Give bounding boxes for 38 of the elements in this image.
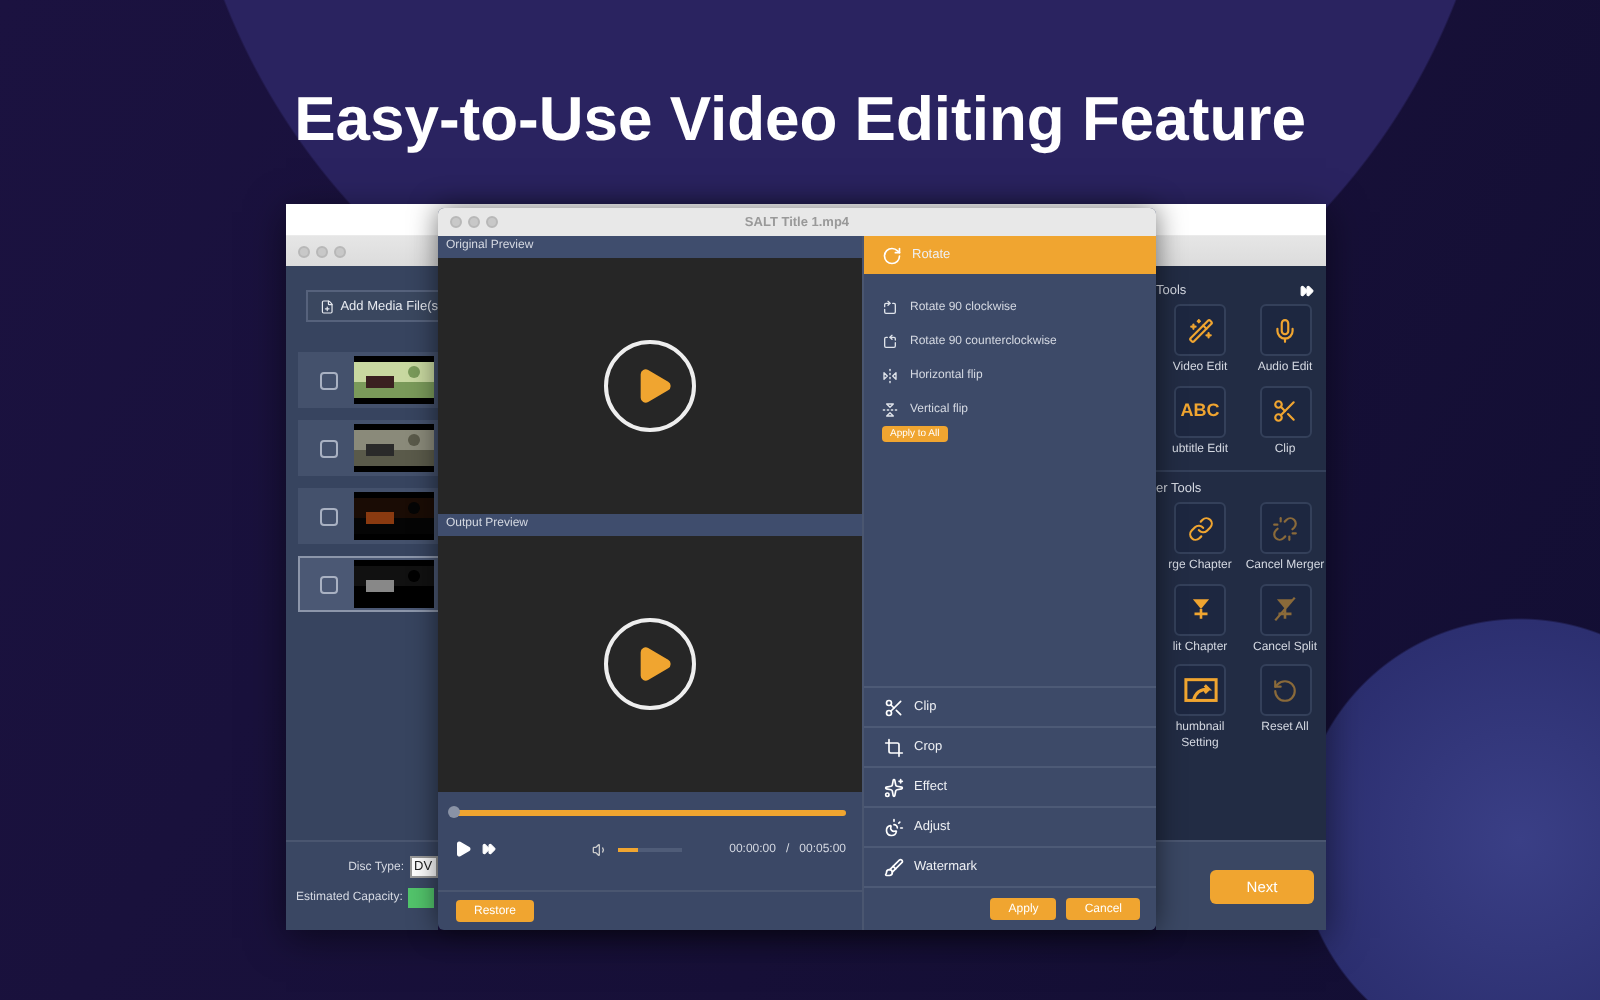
microphone-icon xyxy=(1272,317,1298,343)
broken-link-icon xyxy=(1272,515,1298,541)
rotate-counterclockwise-icon xyxy=(882,333,898,349)
checkbox[interactable] xyxy=(320,371,338,389)
brush-icon xyxy=(884,857,904,877)
fast-forward-icon[interactable] xyxy=(482,842,496,856)
volume-icon[interactable] xyxy=(592,841,608,857)
checkbox[interactable] xyxy=(320,439,338,457)
link-icon xyxy=(1187,515,1213,541)
slider-thumb[interactable] xyxy=(448,806,460,818)
checkbox[interactable] xyxy=(320,507,338,525)
scissors-icon xyxy=(884,697,904,717)
abc-icon: ABC xyxy=(1180,399,1220,423)
headline: Easy-to-Use Video Editing Feature xyxy=(292,84,1308,156)
media-item[interactable] xyxy=(298,352,438,408)
split-marker-icon xyxy=(1187,596,1213,622)
play-icon[interactable] xyxy=(454,840,472,858)
crossed-split-marker-icon xyxy=(1272,596,1298,622)
file-add-icon xyxy=(320,297,335,315)
play-button[interactable] xyxy=(604,618,696,710)
reset-icon xyxy=(1272,677,1298,703)
horizontal-flip-icon xyxy=(882,367,898,383)
sparkle-icon xyxy=(884,777,904,797)
checkbox[interactable] xyxy=(320,575,338,593)
rotate-clockwise-icon xyxy=(882,299,898,315)
vertical-flip-icon xyxy=(882,401,898,417)
magic-wand-icon xyxy=(1187,317,1213,343)
fast-forward-icon[interactable] xyxy=(1300,284,1314,298)
media-item[interactable] xyxy=(298,556,438,612)
scissors-icon xyxy=(1272,398,1298,424)
capacity-bar xyxy=(408,888,435,908)
media-item[interactable] xyxy=(298,420,438,476)
play-button[interactable] xyxy=(604,340,696,432)
sun-moon-icon xyxy=(884,817,904,837)
rotate-icon xyxy=(882,245,902,265)
progress-slider[interactable] xyxy=(454,810,846,816)
thumbnail-icon xyxy=(1183,675,1217,705)
crop-icon xyxy=(884,737,904,757)
